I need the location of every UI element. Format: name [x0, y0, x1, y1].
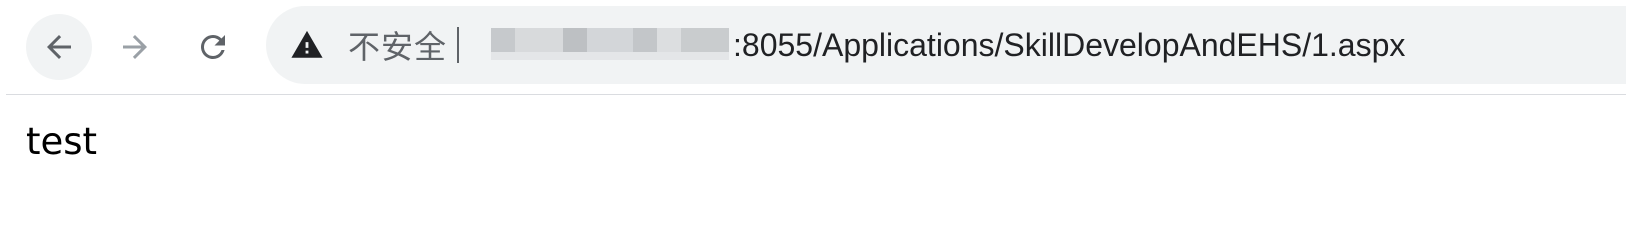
security-label: 不安全 [348, 28, 448, 66]
security-chip[interactable]: 不安全 [290, 6, 460, 84]
toolbar-divider [6, 94, 1626, 95]
address-bar[interactable]: 不安全 :8055/Applications/SkillDevelopAndEH… [266, 6, 1626, 84]
arrow-left-icon [41, 29, 77, 65]
redacted-host [491, 28, 729, 62]
reload-icon [195, 29, 231, 65]
arrow-right-icon [117, 29, 153, 65]
page-content: test [0, 96, 1626, 243]
chip-separator [457, 27, 460, 63]
reload-button[interactable] [180, 14, 246, 80]
browser-toolbar: 不安全 :8055/Applications/SkillDevelopAndEH… [0, 0, 1626, 96]
url-text: :8055/Applications/SkillDevelopAndEHS/1.… [733, 27, 1406, 63]
page-body-text: test [26, 120, 98, 163]
warning-triangle-icon [290, 28, 324, 62]
back-button[interactable] [26, 14, 92, 80]
forward-button[interactable] [102, 14, 168, 80]
